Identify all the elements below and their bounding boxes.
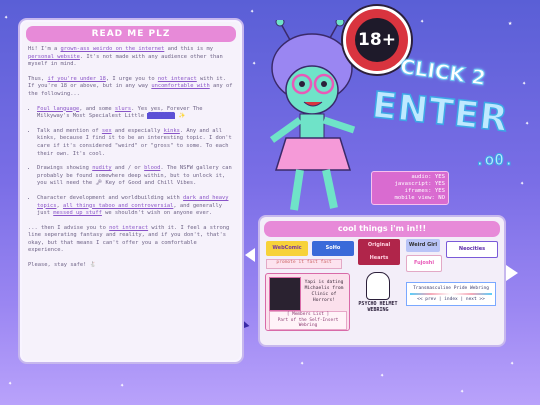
webring-nav[interactable]: << prev | index | next >> [407, 297, 495, 302]
list-item: Foul language, and some slurs. Yes yes, … [37, 106, 234, 121]
readme-title: READ ME PLZ [26, 26, 236, 42]
link-not-interact-2[interactable]: not interact [109, 225, 148, 231]
readme-thus: Thus, if you're under 18, I urge you to … [28, 76, 234, 99]
link-personal-website[interactable]: personal website [28, 54, 80, 60]
text: and this is my [164, 46, 214, 52]
enter-dots: .o0. [475, 150, 515, 170]
pride-flag-bar [410, 293, 492, 295]
status-javascript: javascript: YES [394, 181, 445, 187]
psycho-helmet-webring[interactable]: PSYCHO HELMET WEBRING [358, 272, 398, 313]
text: Hi! I'm a [28, 46, 61, 52]
link-sex[interactable]: sex [102, 128, 112, 134]
neocities-button[interactable]: Neocities [446, 241, 498, 258]
readme-then: ... then I advise you to not interact wi… [28, 225, 234, 255]
compatibility-status: audio: YES javascript: YES iframes: YES … [371, 171, 449, 205]
link-not-interact[interactable]: not interact [158, 76, 197, 82]
link-taboo[interactable]: all things taboo and controversial [63, 203, 173, 209]
list-item: Character development and worldbuilding … [37, 195, 234, 218]
status-audio: audio: YES [411, 174, 445, 180]
text: and / or [111, 165, 145, 172]
text: Character development and worldbuilding … [37, 194, 184, 201]
link-kinks[interactable]: kinks [164, 128, 180, 134]
webring-footer: [ Members List ] Part of the Self-Insert… [269, 311, 347, 330]
text: , and some [79, 105, 115, 112]
text: and especially [111, 127, 164, 134]
text: Talk and mention of [37, 127, 102, 134]
triangle-deco [506, 265, 518, 281]
cool-things-panel: cool things i'm in!!! WebComic SoHo Orig… [258, 215, 506, 347]
readme-body: Hi! I'm a grown-ass weirdo on the intern… [20, 46, 242, 270]
warning-list: Foul language, and some slurs. Yes yes, … [28, 106, 234, 218]
avatar [269, 277, 301, 311]
link-blood[interactable]: blood [144, 165, 160, 171]
status-iframes: iframes: YES [404, 188, 445, 194]
link-slurs[interactable]: slurs [115, 106, 131, 112]
yapi-dating-text: Yapi is dating Michaelis from Clinic of … [304, 280, 344, 303]
transmasc-webring: Transmasculine Pride Webring << prev | i… [406, 282, 496, 306]
list-item: Talk and mention of sex and especially k… [37, 128, 234, 158]
original-hearts-button[interactable]: Original Hearts [358, 239, 400, 265]
soho-button[interactable]: SoHo [312, 241, 354, 256]
text: we shouldn't wish on anyone ever. [101, 210, 213, 217]
readme-stay-safe: Please, stay safe! 🐇 [28, 262, 97, 269]
psycho-label: PSYCHO HELMET WEBRING [358, 301, 398, 313]
text: ... then I advise you to [28, 224, 110, 231]
text: Thus, [28, 75, 48, 82]
link-grown-ass-weirdo[interactable]: grown-ass weirdo on the internet [60, 46, 164, 52]
link-messed-up[interactable]: messed up stuff [53, 210, 102, 216]
link-uncomfortable[interactable]: uncomfortable with [151, 83, 209, 89]
text: , I urge you to [105, 75, 158, 82]
webcomic-button[interactable]: WebComic [266, 241, 308, 256]
text: ✨ [175, 113, 186, 120]
link-under-18[interactable]: if you're under 18 [47, 76, 105, 82]
triangle-deco [245, 248, 255, 262]
self-insert-webring-widget: Yapi is dating Michaelis from Clinic of … [265, 273, 350, 331]
weird-girl-button[interactable]: Weird Girl [406, 239, 440, 252]
promo-banner[interactable]: promote it fast fast [266, 259, 342, 269]
link-foul-language[interactable]: Foul language [37, 106, 79, 112]
readme-intro: Hi! I'm a grown-ass weirdo on the intern… [28, 46, 234, 69]
transmasc-title: Transmasculine Pride Webring [413, 286, 489, 291]
helmet-icon [366, 272, 390, 300]
list-item: Drawings showing nudity and / or blood. … [37, 165, 234, 188]
readme-panel: READ ME PLZ Hi! I'm a grown-ass weirdo o… [18, 18, 244, 364]
click-to-text[interactable]: CLICK 2 [398, 54, 487, 91]
webring-name[interactable]: Part of the Self-Insert Webring [270, 318, 346, 329]
cool-things-title: cool things i'm in!!! [264, 221, 500, 237]
censored-highlight: ████████ [147, 113, 176, 120]
enter-link[interactable]: ENTER [369, 84, 511, 141]
badge-label: 18+ [355, 18, 399, 62]
status-mobile: mobile view: NO [394, 195, 445, 201]
text: Drawings showing [37, 165, 93, 172]
fujoshi-button[interactable]: Fujoshi [406, 255, 442, 272]
link-nudity[interactable]: nudity [92, 165, 111, 171]
